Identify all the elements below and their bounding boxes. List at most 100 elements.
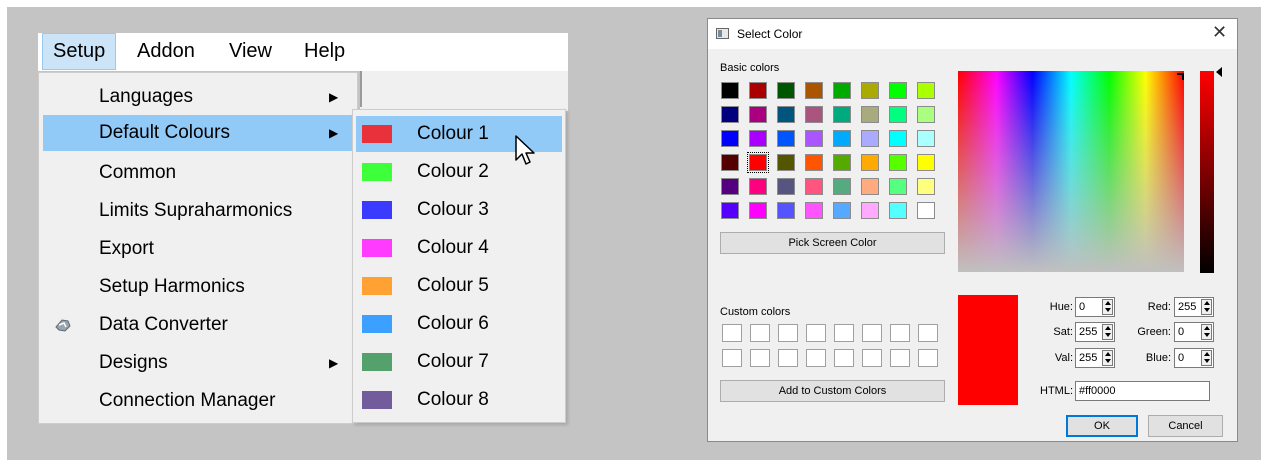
close-icon[interactable]: ✕ xyxy=(1212,22,1227,43)
basic-color-swatch[interactable] xyxy=(721,82,739,99)
red-spinbox[interactable]: 255 xyxy=(1174,297,1214,317)
green-spinbox[interactable]: 0 xyxy=(1174,322,1214,342)
basic-color-swatch[interactable] xyxy=(833,82,851,99)
basic-color-swatch[interactable] xyxy=(861,130,879,147)
add-to-custom-colors-button[interactable]: Add to Custom Colors xyxy=(720,380,945,402)
custom-color-swatch[interactable] xyxy=(806,349,826,367)
basic-color-swatch[interactable] xyxy=(777,130,795,147)
basic-color-swatch[interactable] xyxy=(721,178,739,195)
basic-color-swatch[interactable] xyxy=(747,152,769,173)
basic-color-swatch[interactable] xyxy=(917,130,935,147)
spin-arrows-icon[interactable] xyxy=(1201,350,1212,366)
spin-arrows-icon[interactable] xyxy=(1102,350,1113,366)
basic-color-swatch[interactable] xyxy=(777,82,795,99)
basic-color-swatch[interactable] xyxy=(777,106,795,123)
basic-color-swatch[interactable] xyxy=(861,178,879,195)
basic-color-swatch[interactable] xyxy=(721,130,739,147)
blue-spinbox[interactable]: 0 xyxy=(1174,348,1214,368)
sat-spinbox[interactable]: 255 xyxy=(1075,322,1115,342)
basic-color-swatch[interactable] xyxy=(721,202,739,219)
val-spinbox[interactable]: 255 xyxy=(1075,348,1115,368)
basic-color-swatch[interactable] xyxy=(861,202,879,219)
menu-item-languages[interactable]: Languages ▶ xyxy=(43,79,353,115)
submenu-item-colour-3[interactable]: Colour 3 xyxy=(356,192,562,228)
basic-color-swatch[interactable] xyxy=(917,106,935,123)
basic-color-swatch[interactable] xyxy=(861,106,879,123)
basic-color-swatch[interactable] xyxy=(749,106,767,123)
custom-color-swatch[interactable] xyxy=(750,349,770,367)
basic-color-swatch[interactable] xyxy=(889,154,907,171)
basic-color-swatch[interactable] xyxy=(917,154,935,171)
basic-color-swatch[interactable] xyxy=(889,82,907,99)
custom-color-swatch[interactable] xyxy=(806,324,826,342)
basic-color-swatch[interactable] xyxy=(777,202,795,219)
custom-color-swatch[interactable] xyxy=(918,324,938,342)
custom-color-swatch[interactable] xyxy=(778,324,798,342)
menu-item-data-converter[interactable]: Data Converter xyxy=(43,307,353,343)
custom-color-swatch[interactable] xyxy=(750,324,770,342)
basic-color-swatch[interactable] xyxy=(805,130,823,147)
basic-color-swatch[interactable] xyxy=(805,202,823,219)
custom-color-swatch[interactable] xyxy=(918,349,938,367)
custom-color-swatch[interactable] xyxy=(890,324,910,342)
basic-color-swatch[interactable] xyxy=(833,154,851,171)
submenu-item-colour-4[interactable]: Colour 4 xyxy=(356,230,562,266)
custom-color-swatch[interactable] xyxy=(834,349,854,367)
menu-item-default-colours[interactable]: Default Colours ▶ xyxy=(43,115,353,151)
basic-color-swatch[interactable] xyxy=(777,154,795,171)
custom-color-swatch[interactable] xyxy=(722,349,742,367)
submenu-item-colour-7[interactable]: Colour 7 xyxy=(356,344,562,380)
basic-color-swatch[interactable] xyxy=(861,154,879,171)
hue-spinbox[interactable]: 0 xyxy=(1075,297,1115,317)
basic-color-swatch[interactable] xyxy=(889,178,907,195)
spin-arrows-icon[interactable] xyxy=(1102,299,1113,315)
basic-color-swatch[interactable] xyxy=(833,106,851,123)
basic-color-swatch[interactable] xyxy=(917,82,935,99)
menu-item-common[interactable]: Common xyxy=(43,155,353,191)
basic-color-swatch[interactable] xyxy=(777,178,795,195)
basic-color-swatch[interactable] xyxy=(833,202,851,219)
basic-color-swatch[interactable] xyxy=(721,154,739,171)
submenu-item-colour-5[interactable]: Colour 5 xyxy=(356,268,562,304)
submenu-item-colour-6[interactable]: Colour 6 xyxy=(356,306,562,342)
menu-item-setup-harmonics[interactable]: Setup Harmonics xyxy=(43,269,353,305)
menu-view[interactable]: View xyxy=(219,33,282,70)
basic-color-swatch[interactable] xyxy=(917,202,935,219)
custom-color-swatch[interactable] xyxy=(834,324,854,342)
value-slider-bar[interactable] xyxy=(1200,71,1214,273)
basic-color-swatch[interactable] xyxy=(917,178,935,195)
submenu-item-colour-8[interactable]: Colour 8 xyxy=(356,382,562,418)
basic-color-swatch[interactable] xyxy=(861,82,879,99)
basic-color-swatch[interactable] xyxy=(889,106,907,123)
hue-saturation-spectrum[interactable] xyxy=(958,71,1184,272)
spin-arrows-icon[interactable] xyxy=(1201,324,1212,340)
custom-color-swatch[interactable] xyxy=(862,349,882,367)
basic-color-swatch[interactable] xyxy=(805,154,823,171)
custom-color-swatch[interactable] xyxy=(778,349,798,367)
menu-item-export[interactable]: Export xyxy=(43,231,353,267)
custom-color-swatch[interactable] xyxy=(722,324,742,342)
spectrum-crosshair-marker[interactable] xyxy=(1177,73,1184,80)
basic-color-swatch[interactable] xyxy=(749,178,767,195)
menu-setup[interactable]: Setup xyxy=(42,33,117,70)
basic-color-swatch[interactable] xyxy=(833,178,851,195)
pick-screen-color-button[interactable]: Pick Screen Color xyxy=(720,232,945,254)
basic-color-swatch[interactable] xyxy=(805,106,823,123)
basic-color-swatch[interactable] xyxy=(833,130,851,147)
basic-color-swatch[interactable] xyxy=(721,106,739,123)
menu-item-connection-manager[interactable]: Connection Manager xyxy=(43,383,353,419)
basic-color-swatch[interactable] xyxy=(805,82,823,99)
spin-arrows-icon[interactable] xyxy=(1102,324,1113,340)
ok-button[interactable]: OK xyxy=(1066,415,1138,437)
menu-addon[interactable]: Addon xyxy=(127,33,205,70)
html-hex-input[interactable]: #ff0000 xyxy=(1075,381,1210,401)
spin-arrows-icon[interactable] xyxy=(1201,299,1212,315)
basic-color-swatch[interactable] xyxy=(889,130,907,147)
menu-item-limits-supraharmonics[interactable]: Limits Supraharmonics xyxy=(43,193,353,229)
value-slider-arrow-icon[interactable] xyxy=(1216,67,1222,77)
custom-color-swatch[interactable] xyxy=(862,324,882,342)
menu-item-designs[interactable]: Designs ▶ xyxy=(43,345,353,381)
custom-color-swatch[interactable] xyxy=(890,349,910,367)
basic-color-swatch[interactable] xyxy=(889,202,907,219)
cancel-button[interactable]: Cancel xyxy=(1148,415,1223,437)
